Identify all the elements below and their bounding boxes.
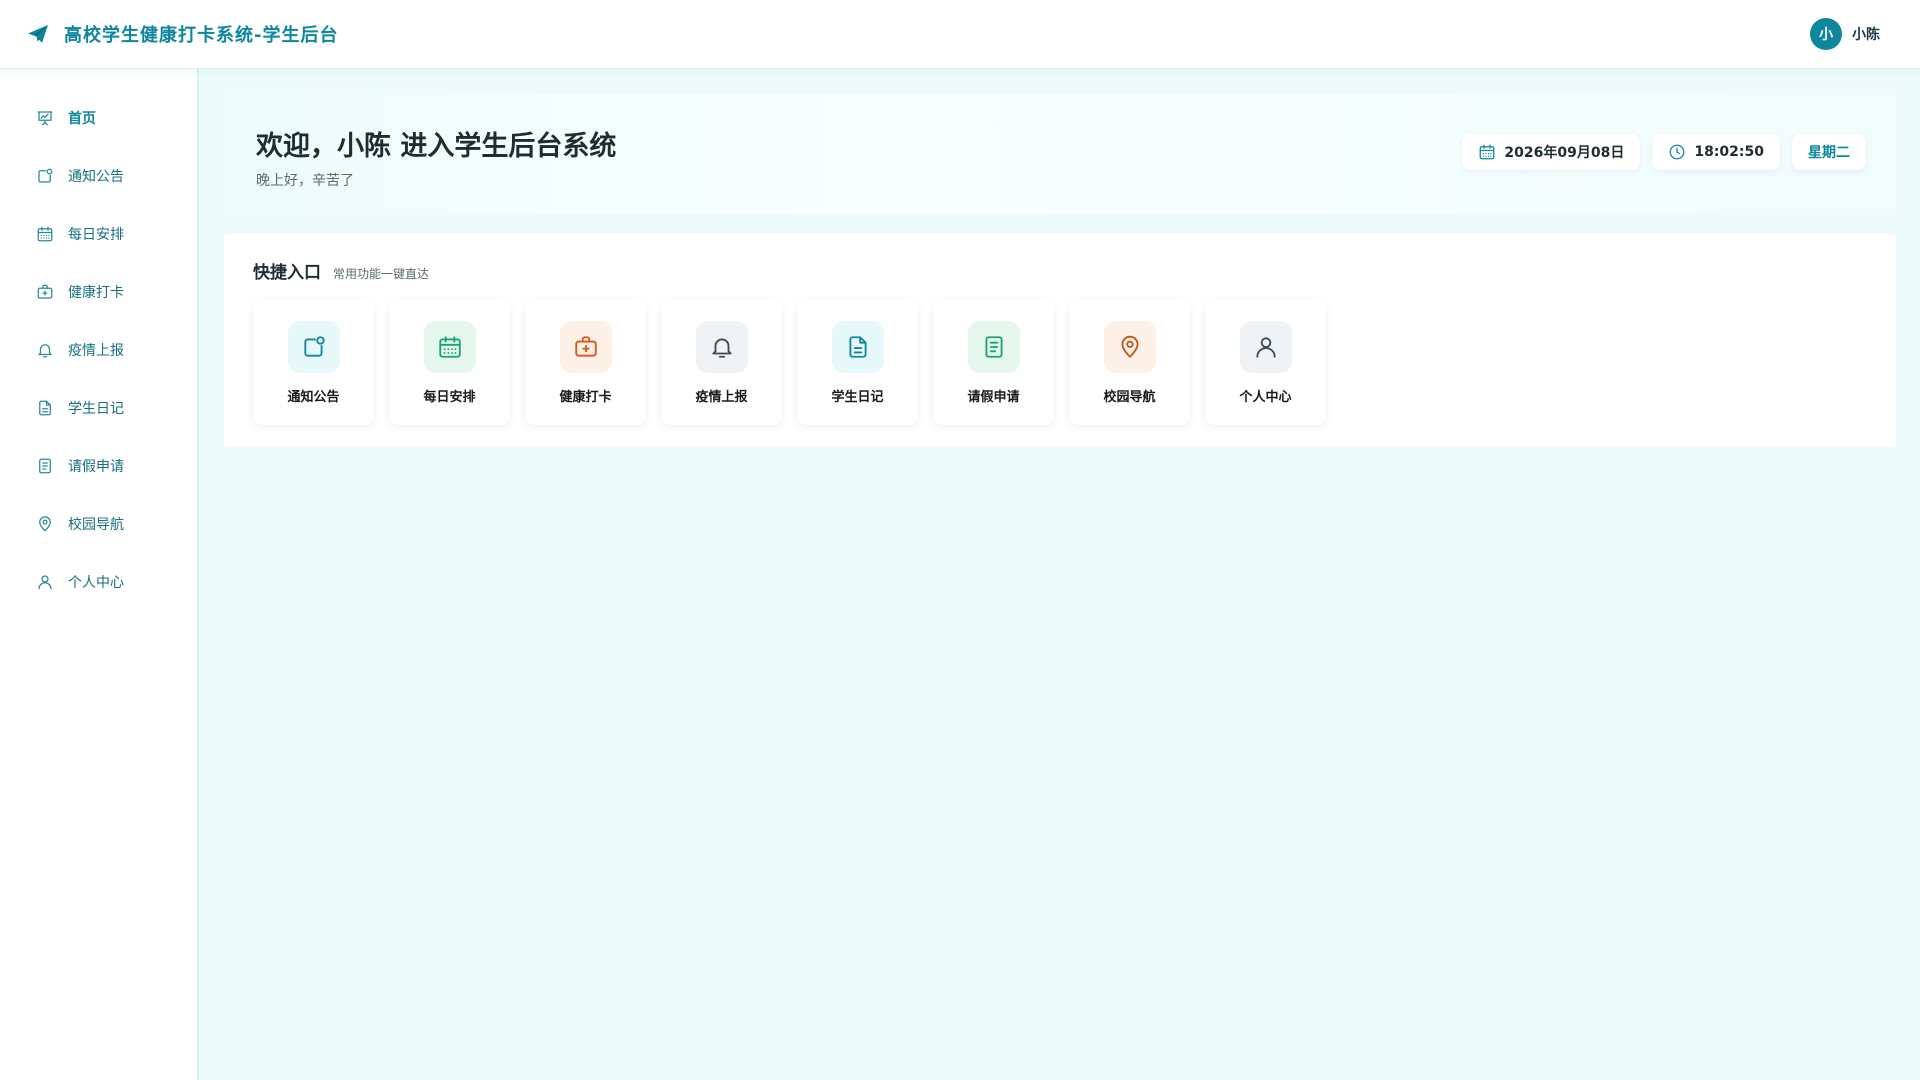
- tile-label: 通知公告: [287, 390, 340, 405]
- sidebar-item-health-checkin[interactable]: 健康打卡: [0, 263, 197, 321]
- time-text: 18:02:50: [1694, 144, 1764, 160]
- paper-plane-icon: [26, 22, 50, 46]
- bell-icon: [36, 341, 54, 359]
- calendar-icon: [36, 225, 54, 243]
- sidebar-item-label: 首页: [68, 111, 96, 127]
- medical-bag-icon: [36, 283, 54, 301]
- tile-icon-box: [423, 321, 476, 373]
- tile-label: 健康打卡: [559, 390, 612, 405]
- presentation-chart-icon: [36, 109, 54, 127]
- user-name[interactable]: 小陈: [1852, 24, 1880, 44]
- sidebar-item-campus-nav[interactable]: 校园导航: [0, 495, 197, 553]
- clock-icon: [1668, 143, 1686, 161]
- tile-label: 每日安排: [423, 390, 476, 405]
- sidebar-item-schedule[interactable]: 每日安排: [0, 205, 197, 263]
- sidebar-item-label: 学生日记: [68, 401, 124, 417]
- quick-access-subtitle: 常用功能一键直达: [333, 267, 430, 281]
- sidebar-item-label: 健康打卡: [68, 285, 124, 301]
- quick-access-panel: 快捷入口 常用功能一键直达 通知公告 每日安排 健康打卡 疫情上报 学生日记 请…: [224, 234, 1896, 447]
- notification-icon: [36, 167, 54, 185]
- tile-label: 疫情上报: [695, 390, 748, 405]
- bell-icon: [709, 334, 735, 360]
- quick-access-header: 快捷入口 常用功能一键直达: [253, 258, 429, 283]
- sidebar-item-label: 校园导航: [68, 517, 124, 533]
- form-icon: [981, 334, 1007, 360]
- datetime-chips: 2026年09月08日 18:02:50 星期二: [1462, 134, 1866, 170]
- main-content: 欢迎，小陈 进入学生后台系统 晚上好，辛苦了 2026年09月08日 18:02…: [201, 69, 1920, 1080]
- tile-label: 请假申请: [967, 390, 1020, 405]
- document-icon: [36, 399, 54, 417]
- tile-icon-box: [967, 321, 1020, 373]
- quick-tile-notices[interactable]: 通知公告: [253, 300, 374, 425]
- avatar[interactable]: 小: [1810, 18, 1842, 50]
- sidebar-item-leave-request[interactable]: 请假申请: [0, 437, 197, 495]
- quick-access-tiles: 通知公告 每日安排 健康打卡 疫情上报 学生日记 请假申请 校园导航 个人中心: [253, 300, 1326, 425]
- tile-icon-box: [559, 321, 612, 373]
- calendar-icon: [1478, 143, 1496, 161]
- user-icon: [36, 573, 54, 591]
- tile-icon-box: [287, 321, 340, 373]
- welcome-title: 欢迎，小陈 进入学生后台系统: [256, 131, 617, 162]
- quick-tile-health-checkin[interactable]: 健康打卡: [525, 300, 646, 425]
- tile-icon-box: [695, 321, 748, 373]
- sidebar-item-home[interactable]: 首页: [0, 89, 197, 147]
- sidebar-item-diary[interactable]: 学生日记: [0, 379, 197, 437]
- sidebar-item-label: 疫情上报: [68, 343, 124, 359]
- document-icon: [845, 334, 871, 360]
- notification-icon: [301, 334, 327, 360]
- quick-access-title: 快捷入口: [253, 263, 321, 283]
- quick-tile-schedule[interactable]: 每日安排: [389, 300, 510, 425]
- tile-label: 校园导航: [1103, 390, 1156, 405]
- quick-tile-diary[interactable]: 学生日记: [797, 300, 918, 425]
- sidebar-item-label: 请假申请: [68, 459, 124, 475]
- medical-bag-icon: [573, 334, 599, 360]
- sidebar: 首页 通知公告 每日安排 健康打卡 疫情上报 学生日记 请假申请 校园导航 个人…: [0, 69, 199, 1080]
- sidebar-item-profile[interactable]: 个人中心: [0, 553, 197, 611]
- tile-icon-box: [1103, 321, 1156, 373]
- weekday-text: 星期二: [1808, 145, 1850, 161]
- weekday-chip: 星期二: [1792, 134, 1866, 170]
- tile-label: 个人中心: [1239, 390, 1292, 405]
- app-title: 高校学生健康打卡系统-学生后台: [64, 25, 339, 46]
- tile-label: 学生日记: [831, 390, 884, 405]
- quick-tile-profile[interactable]: 个人中心: [1205, 300, 1326, 425]
- user-menu[interactable]: 小 小陈: [1810, 18, 1880, 50]
- sidebar-item-notices[interactable]: 通知公告: [0, 147, 197, 205]
- quick-tile-epidemic-report[interactable]: 疫情上报: [661, 300, 782, 425]
- time-chip: 18:02:50: [1652, 134, 1780, 170]
- tile-icon-box: [1239, 321, 1292, 373]
- date-chip: 2026年09月08日: [1462, 134, 1641, 170]
- user-icon: [1253, 334, 1279, 360]
- form-icon: [36, 457, 54, 475]
- sidebar-item-epidemic-report[interactable]: 疫情上报: [0, 321, 197, 379]
- top-header: 高校学生健康打卡系统-学生后台 小 小陈: [0, 0, 1920, 69]
- welcome-subtitle: 晚上好，辛苦了: [256, 173, 354, 189]
- welcome-banner: 欢迎，小陈 进入学生后台系统 晚上好，辛苦了 2026年09月08日 18:02…: [224, 94, 1896, 214]
- quick-tile-leave-request[interactable]: 请假申请: [933, 300, 1054, 425]
- map-pin-icon: [1117, 334, 1143, 360]
- brand[interactable]: 高校学生健康打卡系统-学生后台: [26, 21, 338, 47]
- sidebar-item-label: 通知公告: [68, 169, 124, 185]
- sidebar-item-label: 每日安排: [68, 227, 124, 243]
- calendar-icon: [437, 334, 463, 360]
- map-pin-icon: [36, 515, 54, 533]
- date-text: 2026年09月08日: [1504, 145, 1625, 161]
- quick-tile-campus-nav[interactable]: 校园导航: [1069, 300, 1190, 425]
- sidebar-item-label: 个人中心: [68, 575, 124, 591]
- tile-icon-box: [831, 321, 884, 373]
